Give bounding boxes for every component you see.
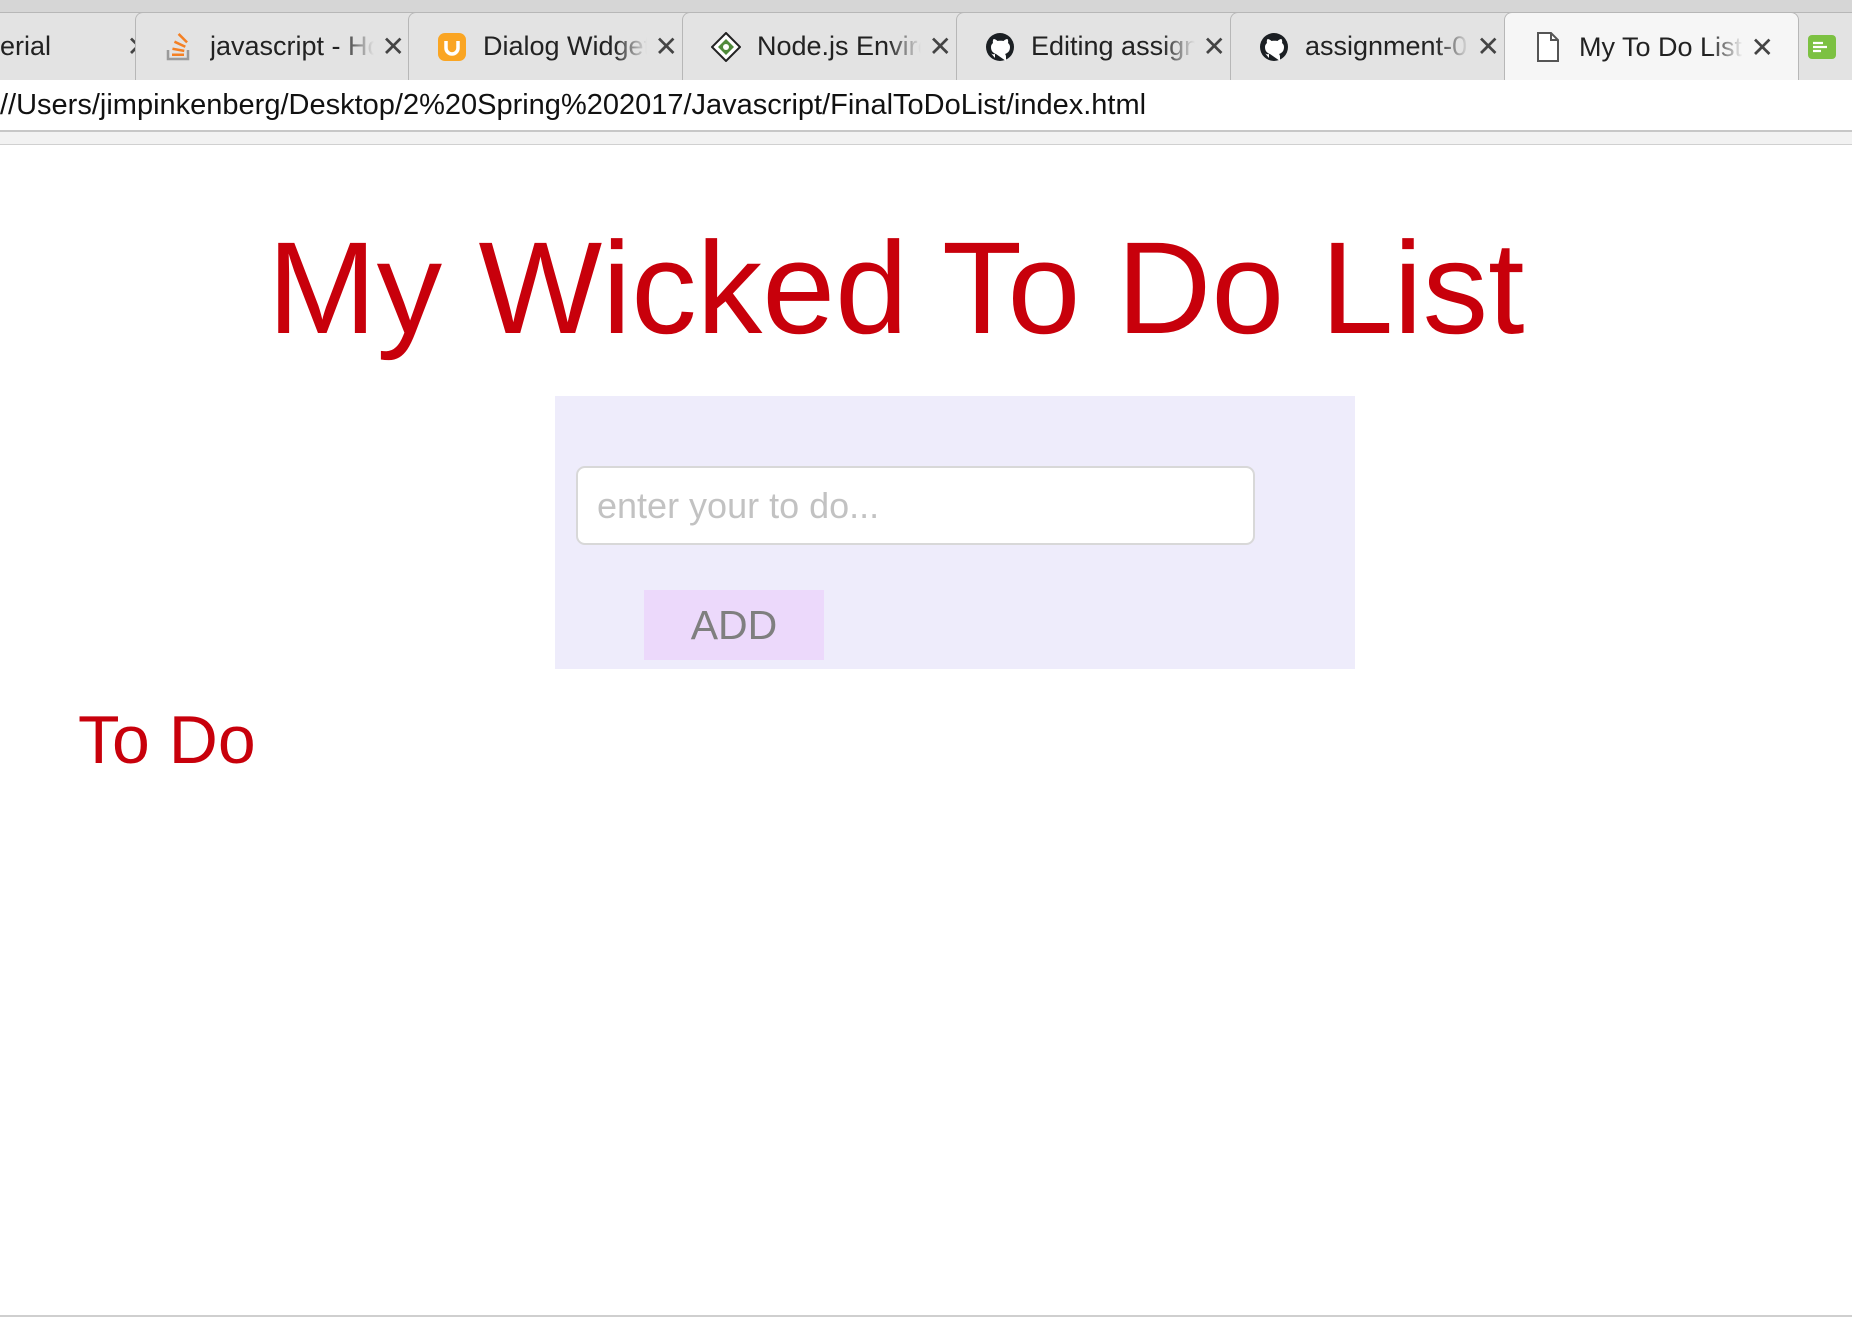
close-tab-icon[interactable]: ✕: [929, 30, 952, 63]
close-tab-icon[interactable]: ✕: [1477, 30, 1500, 63]
tab-title: assignment-01: [1305, 31, 1469, 61]
browser-tab-strip: Material ✕ javascript - Ho ✕ Dialog Widg…: [0, 0, 1852, 81]
tab-title: Editing assignr: [1031, 31, 1195, 61]
window-bottom-border: [0, 1315, 1852, 1317]
browser-tab-editing-assignment[interactable]: Editing assignr ✕: [956, 12, 1251, 80]
todo-section-heading: To Do: [78, 702, 256, 778]
tab-title: My To Do List: [1579, 31, 1743, 62]
browser-tab-dialog-widget[interactable]: Dialog Widget ✕: [408, 12, 703, 80]
github-icon: [1259, 32, 1289, 62]
browser-tab-nodejs[interactable]: Node.js Enviro ✕: [682, 12, 977, 80]
jqueryui-icon: [437, 32, 467, 62]
tab-title: Node.js Enviro: [757, 31, 921, 61]
close-tab-icon[interactable]: ✕: [1751, 31, 1774, 64]
nodejs-icon: [711, 31, 741, 62]
url-field[interactable]: //Users/jimpinkenberg/Desktop/2%20Spring…: [0, 80, 1852, 130]
todo-form: ADD: [555, 396, 1355, 669]
tab-title: Material: [0, 31, 52, 61]
close-tab-icon[interactable]: ✕: [655, 30, 678, 63]
address-bar: //Users/jimpinkenberg/Desktop/2%20Spring…: [0, 80, 1852, 132]
page-content: My Wicked To Do List ADD To Do: [0, 145, 1852, 1315]
page-title: My Wicked To Do List: [267, 214, 1525, 361]
browser-tab-assignment[interactable]: assignment-01 ✕: [1230, 12, 1525, 80]
todo-input[interactable]: [576, 466, 1255, 545]
toolbar-divider: [0, 132, 1852, 145]
browser-tab-my-to-do-list[interactable]: My To Do List ✕: [1504, 12, 1799, 80]
browser-tab-javascript[interactable]: javascript - Ho ✕: [135, 12, 430, 80]
close-tab-icon[interactable]: ✕: [382, 30, 405, 63]
add-button[interactable]: ADD: [644, 590, 824, 660]
tab-title: Dialog Widget: [483, 31, 647, 61]
tab-title: javascript - Ho: [210, 31, 374, 61]
app-icon: [1807, 32, 1837, 62]
document-icon: [1533, 32, 1563, 62]
stackoverflow-icon: [164, 32, 194, 62]
github-icon: [985, 32, 1015, 62]
close-tab-icon[interactable]: ✕: [1203, 30, 1226, 63]
